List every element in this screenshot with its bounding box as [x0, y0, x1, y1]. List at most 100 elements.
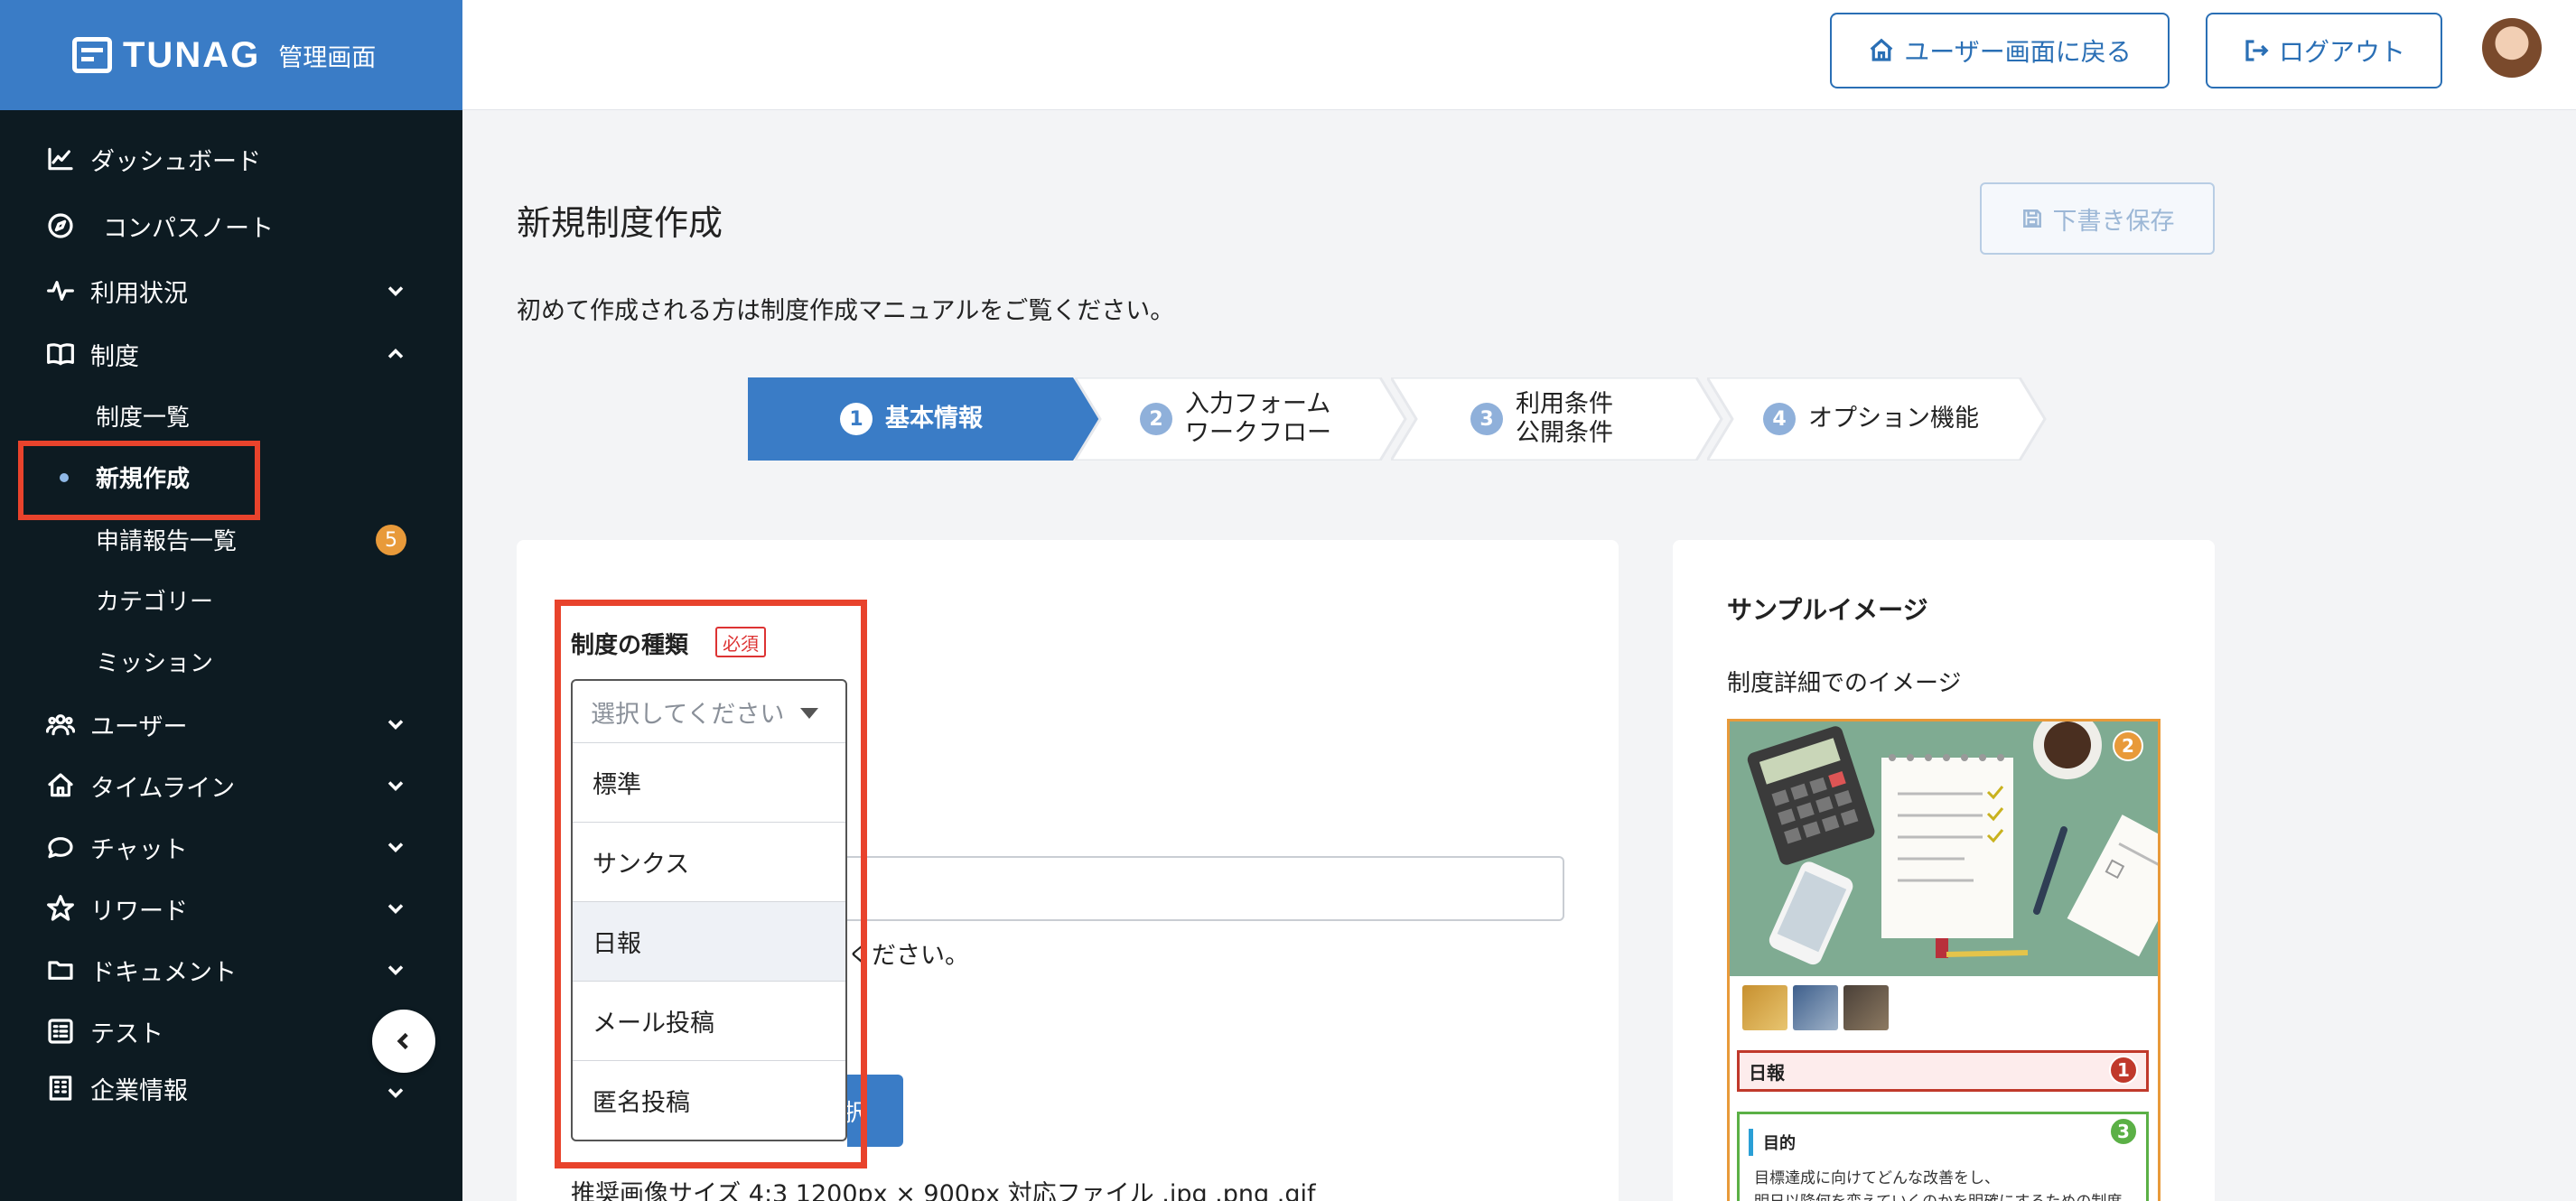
sidebar-subitem-reports[interactable]: 申請報告一覧 5 [0, 512, 462, 566]
preview-purpose-text-line1: 目標達成に向けてどんな改善をし、 [1754, 1169, 2000, 1187]
sample-title: サンプルイメージ [1727, 595, 1928, 625]
building-icon [45, 1073, 76, 1103]
chevron-up-icon[interactable] [383, 341, 408, 367]
avatar[interactable] [2482, 18, 2542, 78]
step-number: 4 [1763, 403, 1796, 435]
chevron-down-icon[interactable] [383, 957, 408, 982]
preview-thumbnails [1742, 985, 1889, 1030]
sidebar-item-compass[interactable]: コンパスノート [0, 199, 462, 253]
chevron-down-icon[interactable] [383, 896, 408, 921]
sample-subtitle: 制度詳細でのイメージ [1727, 670, 1962, 697]
sidebar-item-label: 企業情報 [90, 1076, 188, 1105]
chevron-down-icon[interactable] [383, 773, 408, 798]
step-3[interactable]: 3 利用条件 公開条件 [1391, 377, 1725, 461]
chevron-down-icon[interactable] [383, 834, 408, 860]
step-label: オプション機能 [1808, 405, 1979, 433]
accent-bar [1749, 1129, 1753, 1156]
home-icon [45, 770, 76, 801]
sidebar-item-label: 制度 [90, 342, 139, 371]
logo-area[interactable]: TUNAG 管理画面 [0, 0, 462, 110]
step-label-line2: ワークフロー [1185, 419, 1331, 447]
user-screen-label: ユーザー画面に戻る [1904, 37, 2132, 67]
brand-name: TUNAG [123, 34, 261, 75]
marker-2: 2 [2113, 731, 2143, 761]
checklist-icon [45, 1016, 76, 1047]
step-number: 2 [1140, 403, 1172, 435]
sidebar-collapse-button[interactable] [372, 1010, 435, 1073]
sample-preview: 2 日報 1 目的 目標達成に向けてどんな改善をし、明日以降何を変えていくのかを… [1727, 719, 2161, 1201]
highlight-dropdown [555, 600, 867, 1168]
step-label-line1: 利用条件 [1516, 390, 1613, 418]
sidebar-item-users[interactable]: ユーザー [0, 697, 462, 751]
step-4[interactable]: 4 オプション機能 [1707, 377, 2049, 461]
thumbnail-image [1742, 985, 1787, 1030]
step-label: 利用条件 公開条件 [1516, 390, 1613, 448]
sidebar-subitem-label: カテゴリー [96, 588, 214, 616]
sidebar-item-system[interactable]: 制度 [0, 327, 462, 381]
chart-line-icon [45, 144, 76, 174]
preview-purpose-title: 目的 [1763, 1134, 1796, 1153]
sidebar-item-company[interactable]: 企業情報 [0, 1066, 462, 1111]
sidebar-item-label: リワード [90, 897, 188, 926]
logout-button[interactable]: ログアウト [2206, 13, 2442, 88]
save-draft-label: 下書き保存 [2052, 207, 2175, 236]
step-label: 基本情報 [885, 405, 983, 433]
chevron-down-icon[interactable] [383, 278, 408, 303]
step-1[interactable]: 1 基本情報 [748, 377, 1100, 461]
step-2[interactable]: 2 入力フォーム ワークフロー [1075, 377, 1409, 461]
sidebar-item-label: タイムライン [90, 774, 236, 803]
compass-icon [45, 210, 76, 241]
sidebar-subitem-category[interactable]: カテゴリー [0, 573, 462, 627]
chat-icon [45, 832, 76, 862]
user-screen-button[interactable]: ユーザー画面に戻る [1830, 13, 2170, 88]
users-icon [45, 709, 76, 740]
sidebar-item-label: コンパスノート [103, 214, 274, 243]
sidebar-item-label: ダッシュボード [90, 147, 261, 176]
marker-1: 1 [2109, 1056, 2138, 1085]
sidebar-item-timeline[interactable]: タイムライン [0, 759, 462, 813]
logout-label: ログアウト [2278, 37, 2405, 67]
sidebar-subitem-label: ミッション [96, 649, 214, 677]
desk-illustration [1730, 722, 2158, 976]
chevron-down-icon[interactable] [383, 712, 408, 737]
save-icon [2022, 209, 2041, 228]
logout-icon [2245, 40, 2269, 61]
star-icon [45, 893, 76, 924]
sidebar-item-reward[interactable]: リワード [0, 881, 462, 936]
tunag-logo-icon [72, 37, 112, 73]
step-number: 3 [1470, 403, 1503, 435]
preview-purpose-text-line2: 明日以降何を変えていくのかを明確にするための制度 [1754, 1193, 2122, 1201]
sidebar-item-document[interactable]: ドキュメント [0, 943, 462, 997]
sidebar-item-usage[interactable]: 利用状況 [0, 264, 462, 318]
home-icon [1870, 38, 1893, 61]
preview-title-box: 日報 [1737, 1050, 2149, 1092]
image-size-hint: 推奨画像サイズ 4:3 1200px × 900px 対応ファイル .jpg .… [571, 1180, 1316, 1201]
preview-purpose-text: 目標達成に向けてどんな改善をし、明日以降何を変えていくのかを明確にするための制度 [1754, 1167, 2137, 1201]
intro-text: 初めて作成される方は制度作成マニュアルをご覧ください。 [517, 297, 1175, 325]
step-number: 1 [840, 403, 873, 435]
sidebar-item-dashboard[interactable]: ダッシュボード [0, 132, 462, 186]
chevron-down-icon[interactable] [383, 1080, 408, 1105]
sidebar-item-chat[interactable]: チャット [0, 820, 462, 874]
sidebar-item-label: ユーザー [90, 712, 188, 741]
book-icon [45, 339, 76, 369]
title-input[interactable] [847, 856, 1564, 921]
brand-subtitle: 管理画面 [278, 43, 377, 72]
activity-icon [45, 275, 76, 306]
sidebar-item-label: チャット [90, 835, 188, 864]
sidebar-item-label: ドキュメント [90, 958, 237, 987]
marker-3: 3 [2109, 1117, 2138, 1146]
sidebar-subitem-mission[interactable]: ミッション [0, 634, 462, 688]
preview-main-image [1730, 722, 2158, 976]
save-draft-button[interactable]: 下書き保存 [1980, 182, 2215, 255]
step-indicator: 1 基本情報 2 入力フォーム ワークフロー 3 利用条件 公開条件 4 オプション… [748, 377, 2049, 461]
step-label-line2: 公開条件 [1516, 419, 1613, 447]
thumbnail-image [1793, 985, 1838, 1030]
sidebar-subitem-label: 申請報告一覧 [96, 527, 238, 555]
sidebar-subitem-system-list[interactable]: 制度一覧 [0, 388, 462, 442]
preview-purpose-box: 目的 目標達成に向けてどんな改善をし、明日以降何を変えていくのかを明確にするため… [1737, 1112, 2149, 1201]
chevron-left-icon [397, 1032, 408, 1050]
folder-icon [45, 954, 76, 985]
sidebar-subitem-label: 制度一覧 [96, 404, 191, 432]
thumbnail-image [1843, 985, 1889, 1030]
